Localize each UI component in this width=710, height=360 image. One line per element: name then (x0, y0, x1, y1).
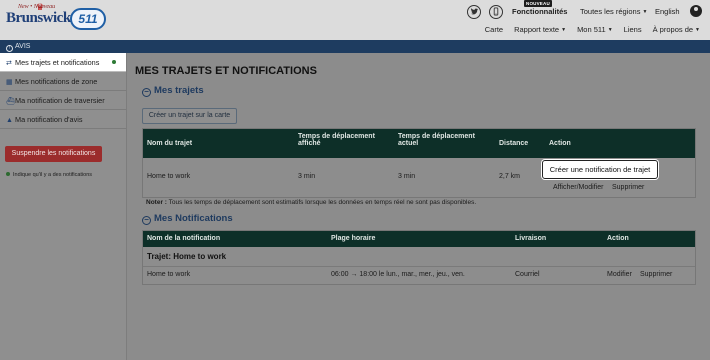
note-label: Noter : (146, 199, 167, 206)
alert-label: AVIS (15, 43, 31, 50)
features-menu[interactable]: NOUVEAU Fonctionnalités (512, 0, 568, 16)
view-edit-trip-link[interactable]: Afficher/Modifier (553, 184, 603, 191)
subnav-rapport-texte[interactable]: Rapport texte ▼ (514, 25, 566, 34)
regions-label: Toutes les régions (580, 7, 641, 16)
notification-dot (112, 60, 116, 64)
subnav-rapport-label: Rapport texte (514, 25, 560, 34)
collapse-icon: − (142, 216, 151, 225)
trips-section-title: Mes trajets (154, 85, 204, 96)
legend-text: Indique qu'il y a des notifications (13, 172, 93, 178)
trips-section-toggle[interactable]: − Mes trajets (142, 85, 204, 97)
subnav-mon-511[interactable]: Mon 511 ▼ (577, 25, 613, 34)
legend-dot-icon (6, 172, 10, 176)
sidebar-item-label: Ma notification de traversier (15, 96, 105, 105)
subnav: Carte Rapport texte ▼ Mon 511 ▼ Liens À pr… (485, 25, 700, 34)
trip-current-time: 3 min (398, 173, 416, 180)
notification-delivery: Courriel (515, 271, 540, 278)
mobile-icon[interactable] (489, 5, 503, 19)
sidebar-item-label: Ma notification d'avis (15, 115, 83, 124)
col-notif-action: Action (607, 235, 629, 242)
ferry-icon: ⛴ (6, 98, 15, 105)
notification-group-row: Trajet: Home to work (143, 247, 695, 267)
caret-down-icon: ▼ (561, 27, 567, 33)
map-icon: ▦ (6, 79, 13, 86)
language-toggle[interactable]: English (655, 7, 680, 16)
sidebar-item-trips[interactable]: ⇄ Mes trajets et notifications (0, 53, 126, 72)
col-delivery: Livraison (515, 235, 547, 242)
suspend-notifications-button[interactable]: Suspendre les notifications (5, 146, 102, 162)
sidebar-item-ferry[interactable]: ⛴Ma notification de traversier (0, 91, 126, 110)
alert-bar[interactable]: ! AVIS (0, 40, 710, 53)
trip-name: Home to work (147, 173, 191, 180)
collapse-icon: − (142, 88, 151, 97)
trips-table-header: Nom du trajet Temps de déplacement affic… (143, 129, 695, 158)
trip-displayed-time: 3 min (298, 173, 316, 180)
sidebar: ⇄ Mes trajets et notifications ▦ Mes notif… (0, 53, 127, 360)
caret-down-icon: ▼ (642, 9, 648, 15)
delete-notification-link[interactable]: Supprimer (640, 271, 672, 278)
col-trip-name: Nom du trajet (147, 140, 193, 147)
notifications-section-toggle[interactable]: − Mes Notifications (142, 213, 233, 225)
col-current-time: Temps de déplacement actuel (398, 133, 475, 147)
alert-icon: ▲ (6, 117, 13, 124)
sidebar-item-label: Mes trajets et notifications (15, 58, 100, 67)
regions-dropdown[interactable]: Toutes les régions ▼ (580, 7, 647, 16)
create-trip-notification-button[interactable]: Créer une notification de trajet (542, 160, 658, 179)
logo-511-badge: 511 (70, 8, 106, 30)
notification-legend: Indique qu'il y a des notifications (6, 172, 92, 178)
delete-trip-link[interactable]: Supprimer (612, 184, 644, 191)
notifications-table: Nom de la notification Plage horaire Liv… (142, 230, 696, 285)
user-icon[interactable] (690, 5, 702, 17)
info-icon: ! (6, 45, 13, 52)
sidebar-item-alert[interactable]: ▲ Ma notification d'avis (0, 110, 126, 129)
create-trip-button[interactable]: Créer un trajet sur la carte (142, 108, 237, 124)
sidebar-item-label: Mes notifications de zone (15, 77, 98, 86)
travel-time-note: Noter : Tous les temps de déplacement so… (146, 199, 476, 206)
note-text: Tous les temps de déplacement sont estim… (168, 199, 477, 206)
edit-notification-link[interactable]: Modifier (607, 271, 632, 278)
col-notification-name: Nom de la notification (147, 235, 221, 242)
col-schedule: Plage horaire (331, 235, 376, 242)
sidebar-item-zone[interactable]: ▦ Mes notifications de zone (0, 72, 126, 91)
col-displayed-time: Temps de déplacement affiché (298, 133, 375, 147)
subnav-a-propos[interactable]: À propos de ▼ (653, 25, 700, 34)
col-distance: Distance (499, 140, 529, 147)
features-label: Fonctionnalités (512, 7, 568, 16)
col-action: Action (549, 140, 571, 147)
new-badge: NOUVEAU (524, 0, 552, 7)
subnav-mon511-label: Mon 511 (577, 25, 606, 34)
trip-distance: 2,7 km (499, 173, 521, 180)
caret-down-icon: ▼ (695, 27, 700, 33)
main-content: MES TRAJETS ET NOTIFICATIONS − Mes trajet… (128, 53, 710, 360)
notification-name: Home to work (147, 271, 191, 278)
site-header: ♛ New • Nouveau Brunswick 511 NOUVEAU Fo… (0, 0, 710, 40)
page-title: MES TRAJETS ET NOTIFICATIONS (135, 65, 317, 77)
route-icon: ⇄ (6, 60, 12, 67)
subnav-liens[interactable]: Liens (624, 25, 642, 34)
nb511-logo[interactable]: ♛ New • Nouveau Brunswick 511 (6, 2, 106, 34)
logo-big-text: Brunswick (6, 10, 71, 26)
notification-group-label: Trajet: Home to work (147, 252, 227, 261)
subnav-carte[interactable]: Carte (485, 25, 503, 34)
subnav-apropos-label: À propos de (652, 25, 694, 34)
notification-schedule: 06:00 → 18:00 le lun., mar., mer., jeu.,… (331, 271, 465, 278)
twitter-icon[interactable] (467, 5, 481, 19)
caret-down-icon: ▼ (607, 27, 613, 33)
table-row: Home to work 06:00 → 18:00 le lun., mar.… (143, 267, 695, 284)
notifications-section-title: Mes Notifications (154, 213, 233, 224)
notifications-table-header: Nom de la notification Plage horaire Liv… (143, 231, 695, 247)
